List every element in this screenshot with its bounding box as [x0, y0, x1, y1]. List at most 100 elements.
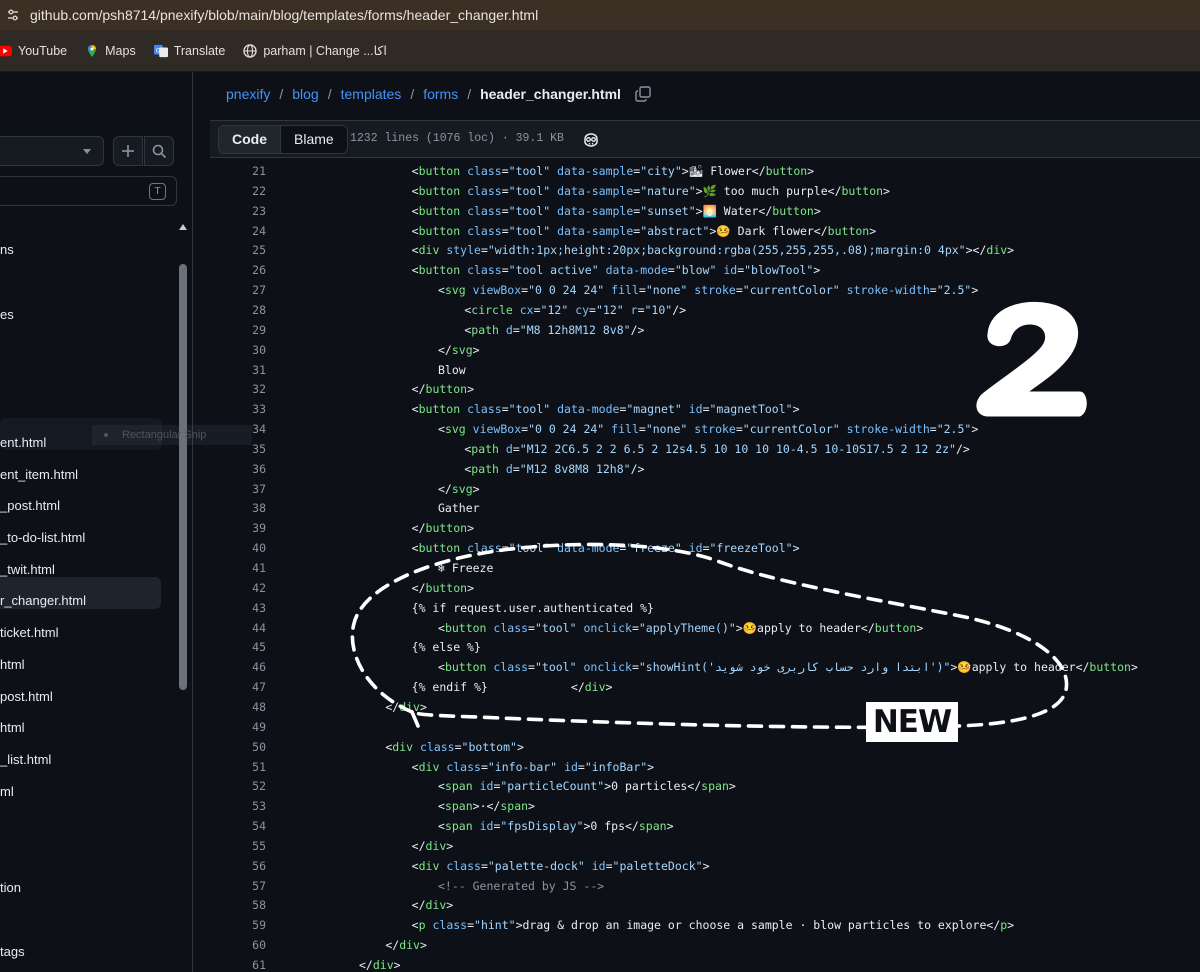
code-line[interactable]: <span id="particleCount">0 particles</sp…: [438, 779, 736, 793]
code-line[interactable]: Gather: [438, 501, 480, 515]
sidebar-file-item[interactable]: _list.html: [0, 752, 51, 767]
code-line[interactable]: <path d="M8 12h8M12 8v8"/>: [464, 323, 644, 337]
line-number[interactable]: 42: [210, 581, 266, 595]
search-files-button[interactable]: [144, 136, 174, 166]
sidebar-file-item[interactable]: ml: [0, 784, 14, 799]
line-number[interactable]: 60: [210, 938, 266, 952]
code-line[interactable]: {% else %}: [412, 640, 481, 654]
code-line[interactable]: Blow: [438, 363, 466, 377]
line-number[interactable]: 55: [210, 839, 266, 853]
code-line[interactable]: </svg>: [438, 343, 480, 357]
tab-blame[interactable]: Blame: [281, 126, 347, 153]
sidebar-file-item[interactable]: ent.html: [0, 435, 46, 450]
line-number[interactable]: 24: [210, 224, 266, 238]
line-number[interactable]: 44: [210, 621, 266, 635]
sidebar-file-item[interactable]: es: [0, 307, 14, 322]
line-number[interactable]: 34: [210, 422, 266, 436]
code-line[interactable]: </div>: [385, 700, 427, 714]
line-number[interactable]: 51: [210, 760, 266, 774]
line-number[interactable]: 36: [210, 462, 266, 476]
code-line[interactable]: {% endif %} </div>: [412, 680, 613, 694]
code-line[interactable]: </div>: [412, 898, 454, 912]
code-line[interactable]: ❄ Freeze: [438, 561, 493, 575]
line-number[interactable]: 43: [210, 601, 266, 615]
line-number[interactable]: 54: [210, 819, 266, 833]
breadcrumb-repo-link[interactable]: pnexify: [226, 86, 270, 102]
code-line[interactable]: <button class="tool" data-sample="sunset…: [412, 204, 821, 218]
code-line[interactable]: <div class="bottom">: [385, 740, 524, 754]
sidebar-file-item[interactable]: _to-do-list.html: [0, 530, 85, 545]
code-line[interactable]: <button class="tool" data-sample="city">…: [412, 164, 814, 178]
sidebar-file-item[interactable]: tags: [0, 944, 25, 959]
line-number[interactable]: 33: [210, 402, 266, 416]
line-number[interactable]: 56: [210, 859, 266, 873]
line-number[interactable]: 45: [210, 640, 266, 654]
code-line[interactable]: <span id="fpsDisplay">0 fps</span>: [438, 819, 674, 833]
scrollbar-thumb[interactable]: [179, 264, 187, 690]
sidebar-file-item[interactable]: r_changer.html: [0, 593, 86, 608]
scroll-up-arrow-icon[interactable]: [179, 224, 187, 230]
line-number[interactable]: 29: [210, 323, 266, 337]
code-line[interactable]: <button class="tool" data-mode="magnet" …: [412, 402, 800, 416]
line-number[interactable]: 46: [210, 660, 266, 674]
line-number[interactable]: 48: [210, 700, 266, 714]
line-number[interactable]: 32: [210, 382, 266, 396]
line-number[interactable]: 35: [210, 442, 266, 456]
line-number[interactable]: 52: [210, 779, 266, 793]
sidebar-file-item[interactable]: post.html: [0, 689, 53, 704]
line-number[interactable]: 58: [210, 898, 266, 912]
code-line[interactable]: </div>: [359, 958, 401, 972]
code-line[interactable]: <div style="width:1px;height:20px;backgr…: [412, 243, 1014, 257]
bookmark-youtube[interactable]: YouTube: [0, 44, 67, 58]
line-number[interactable]: 39: [210, 521, 266, 535]
code-line[interactable]: <svg viewBox="0 0 24 24" fill="none" str…: [438, 422, 978, 436]
add-file-button[interactable]: [113, 136, 143, 166]
copilot-icon[interactable]: [582, 131, 600, 149]
line-number[interactable]: 57: [210, 879, 266, 893]
go-to-file-input[interactable]: T: [0, 176, 177, 206]
bookmark-translate[interactable]: G Translate: [153, 44, 225, 58]
line-number[interactable]: 38: [210, 501, 266, 515]
line-number[interactable]: 41: [210, 561, 266, 575]
code-line[interactable]: <span>·</span>: [438, 799, 535, 813]
code-line[interactable]: <path d="M12 2C6.5 2 2 6.5 2 12s4.5 10 1…: [464, 442, 970, 456]
line-number[interactable]: 26: [210, 263, 266, 277]
code-line[interactable]: <button class="tool" data-sample="abstra…: [412, 224, 877, 238]
code-line[interactable]: <p class="hint">drag & drop an image or …: [412, 918, 1014, 932]
line-number[interactable]: 53: [210, 799, 266, 813]
code-line[interactable]: <path d="M12 8v8M8 12h8"/>: [464, 462, 644, 476]
code-line[interactable]: </svg>: [438, 482, 480, 496]
line-number[interactable]: 27: [210, 283, 266, 297]
line-number[interactable]: 31: [210, 363, 266, 377]
line-number[interactable]: 61: [210, 958, 266, 972]
sidebar-file-item[interactable]: html: [0, 720, 25, 735]
line-number[interactable]: 28: [210, 303, 266, 317]
sidebar-scrollbar[interactable]: [176, 218, 190, 972]
line-number[interactable]: 23: [210, 204, 266, 218]
site-settings-icon[interactable]: [6, 8, 20, 22]
copy-path-icon[interactable]: [635, 86, 651, 102]
code-line[interactable]: </button>: [412, 521, 474, 535]
code-line[interactable]: {% if request.user.authenticated %}: [412, 601, 654, 615]
browser-url-bar[interactable]: github.com/psh8714/pnexify/blob/main/blo…: [0, 0, 1200, 30]
code-line[interactable]: <svg viewBox="0 0 24 24" fill="none" str…: [438, 283, 978, 297]
code-line[interactable]: </div>: [412, 839, 454, 853]
sidebar-file-item[interactable]: _twit.html: [0, 562, 55, 577]
code-line[interactable]: <button class="tool" data-mode="freeze" …: [412, 541, 800, 555]
code-line[interactable]: <circle cx="12" cy="12" r="10"/>: [464, 303, 686, 317]
url-text[interactable]: github.com/psh8714/pnexify/blob/main/blo…: [30, 7, 538, 23]
breadcrumb-templates-link[interactable]: templates: [341, 86, 402, 102]
breadcrumb-blog-link[interactable]: blog: [292, 86, 318, 102]
line-number[interactable]: 40: [210, 541, 266, 555]
code-line[interactable]: <!-- Generated by JS -->: [438, 879, 604, 893]
line-number[interactable]: 50: [210, 740, 266, 754]
sidebar-file-item[interactable]: ns: [0, 242, 14, 257]
line-number[interactable]: 21: [210, 164, 266, 178]
sidebar-file-item[interactable]: _post.html: [0, 498, 60, 513]
line-number[interactable]: 22: [210, 184, 266, 198]
line-number[interactable]: 49: [210, 720, 266, 734]
line-number[interactable]: 47: [210, 680, 266, 694]
line-number[interactable]: 37: [210, 482, 266, 496]
code-line[interactable]: <div class="palette-dock" id="paletteDoc…: [412, 859, 710, 873]
sidebar-file-item[interactable]: ent_item.html: [0, 467, 78, 482]
